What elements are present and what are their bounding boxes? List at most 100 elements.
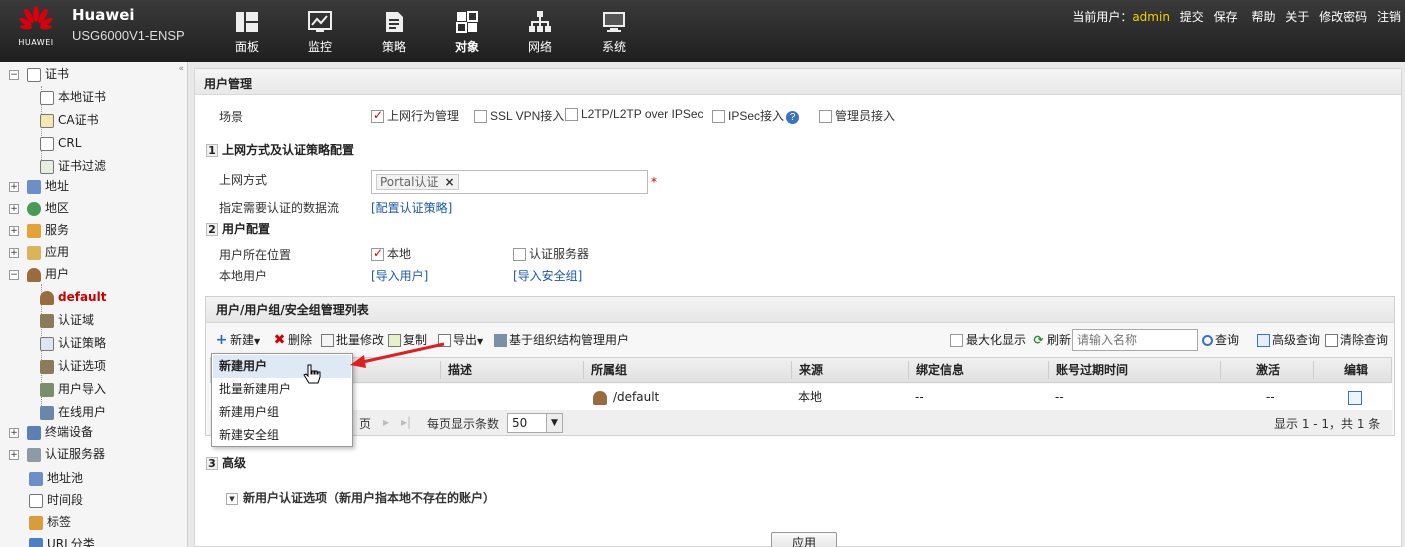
new-button[interactable]: + 新建▼	[215, 331, 261, 348]
column-source[interactable]: 来源	[799, 358, 823, 382]
sidebar-item-certificate[interactable]: − 证书	[9, 63, 69, 85]
help-icon[interactable]: ?	[786, 111, 800, 124]
terminal-device-icon	[27, 425, 41, 440]
import-user-link[interactable]: [导入用户]	[371, 267, 428, 284]
remove-token-icon[interactable]: ×	[444, 175, 454, 189]
checkbox[interactable]	[819, 110, 832, 123]
menu-item-new-user-group[interactable]: 新建用户组	[213, 401, 351, 424]
scene-option-admin[interactable]: 管理员接入	[819, 107, 895, 124]
submit-link[interactable]: 提交	[1180, 10, 1204, 24]
edit-icon[interactable]	[1348, 384, 1362, 411]
nav-network[interactable]: 网络	[513, 10, 567, 55]
search-input[interactable]	[1072, 329, 1198, 351]
maximize-toggle[interactable]: 最大化显示	[950, 331, 1026, 348]
collapse-sidebar-icon[interactable]: «	[178, 64, 184, 74]
refresh-button[interactable]: ⟳ 刷新	[1032, 331, 1071, 348]
local-user-label: 本地用户	[219, 269, 268, 283]
checkbox[interactable]	[565, 108, 578, 122]
column-description[interactable]: 描述	[448, 358, 472, 382]
sidebar-item-tag[interactable]: 标签	[29, 511, 71, 533]
table-row[interactable]: /default 本地 -- -- --	[210, 384, 1392, 411]
collapse-icon[interactable]: −	[9, 69, 19, 80]
sidebar-item-time-range[interactable]: 时间段	[29, 489, 83, 511]
advanced-option-toggle[interactable]: ▼ 新用户认证选项（新用户指本地不存在的账户）	[226, 489, 495, 506]
column-group[interactable]: 所属组	[591, 358, 627, 382]
per-page-select[interactable]: 50 ▼	[507, 413, 563, 433]
help-link[interactable]: 帮助	[1251, 10, 1275, 24]
sidebar-item-default[interactable]: default	[40, 286, 106, 308]
next-page-icon[interactable]: ▸	[383, 415, 389, 429]
expand-icon[interactable]: +	[9, 449, 19, 460]
location-server-option[interactable]: 认证服务器	[513, 245, 589, 262]
sidebar-item-service[interactable]: + 服务	[9, 219, 69, 241]
nav-policy[interactable]: 策略	[367, 10, 421, 55]
expand-icon[interactable]: +	[9, 225, 19, 236]
about-link[interactable]: 关于	[1285, 10, 1309, 24]
section-title-text: 上网方式及认证策略配置	[222, 143, 355, 157]
column-expire[interactable]: 账号过期时间	[1056, 358, 1128, 382]
access-mode-field[interactable]: Portal认证 ×	[371, 170, 648, 194]
query-button[interactable]: 查询	[1202, 331, 1239, 348]
policy-icon	[386, 12, 403, 32]
advanced-query-button[interactable]: 高级查询	[1257, 331, 1320, 348]
sidebar-item-local-cert[interactable]: 本地证书	[40, 86, 106, 108]
sidebar-item-auth-options[interactable]: 认证选项	[40, 355, 106, 377]
scene-option-internet[interactable]: 上网行为管理	[371, 107, 459, 124]
certificate-icon	[27, 67, 41, 82]
sidebar-item-ca-cert[interactable]: CA证书	[40, 109, 99, 131]
delete-button[interactable]: ✖ 删除	[273, 331, 312, 348]
location-local-option[interactable]: 本地	[371, 245, 411, 262]
scene-option-ssl-vpn[interactable]: SSL VPN接入	[474, 107, 564, 124]
menu-item-new-security-group[interactable]: 新建安全组	[213, 424, 351, 447]
checkbox[interactable]	[371, 108, 384, 123]
checkbox[interactable]	[513, 248, 526, 261]
sidebar-item-auth-server[interactable]: + 认证服务器	[9, 443, 105, 465]
sidebar-item-auth-policy[interactable]: 认证策略	[40, 332, 106, 354]
collapse-icon[interactable]: −	[9, 269, 19, 280]
sidebar-item-address-pool[interactable]: 地址池	[29, 467, 83, 489]
advanced-search-icon	[1257, 334, 1270, 347]
apply-button[interactable]: 应用	[771, 532, 837, 547]
column-active[interactable]: 激活	[1256, 358, 1280, 382]
checkbox[interactable]	[371, 246, 384, 261]
clear-query-button[interactable]: 清除查询	[1325, 331, 1388, 348]
sidebar-item-region[interactable]: + 地区	[9, 197, 69, 219]
expand-icon[interactable]: +	[9, 427, 19, 438]
nav-monitor[interactable]: 监控	[293, 10, 347, 55]
sidebar-item-address[interactable]: + 地址	[9, 175, 69, 197]
sidebar-item-crl[interactable]: CRL	[40, 132, 81, 154]
expand-icon[interactable]: +	[9, 203, 19, 214]
change-password-link[interactable]: 修改密码	[1319, 10, 1367, 24]
scene-option-l2tp[interactable]: L2TP/L2TP over IPSec	[565, 107, 704, 122]
sidebar-item-url-category[interactable]: URL分类	[29, 533, 95, 547]
nav-dashboard[interactable]: 面板	[220, 10, 274, 55]
delete-icon: ✖	[273, 332, 286, 348]
save-link[interactable]: 保存	[1214, 10, 1238, 24]
org-structure-button[interactable]: 基于组织结构管理用户	[494, 331, 629, 348]
configure-auth-policy-link[interactable]: [配置认证策略]	[371, 199, 452, 216]
advanced-option-label: 新用户认证选项（新用户指本地不存在的账户）	[243, 491, 496, 505]
sidebar-item-online-users[interactable]: 在线用户	[40, 401, 106, 423]
import-security-group-link[interactable]: [导入安全组]	[513, 267, 582, 284]
scene-option-ipsec[interactable]: IPSec接入?	[712, 107, 800, 124]
sidebar-item-user[interactable]: − 用户	[9, 263, 69, 285]
checkbox[interactable]	[712, 110, 725, 124]
expand-icon[interactable]: +	[9, 247, 19, 258]
sidebar-item-auth-domain[interactable]: 认证域	[40, 309, 94, 331]
sidebar-item-label: 在线用户	[58, 405, 107, 419]
sidebar-item-user-import[interactable]: 用户导入	[40, 378, 106, 400]
nav-object[interactable]: 对象	[440, 10, 494, 55]
nav-system[interactable]: 系统	[587, 10, 641, 55]
checkbox[interactable]	[474, 110, 487, 124]
last-page-icon[interactable]: ▸|	[401, 415, 411, 429]
sidebar-item-terminal-devices[interactable]: + 终端设备	[9, 421, 93, 443]
checkbox[interactable]	[950, 334, 963, 347]
sidebar-item-label: 认证域	[58, 313, 95, 327]
logout-link[interactable]: 注销	[1377, 10, 1401, 24]
menu-item-batch-new-user[interactable]: 批量新建用户	[213, 378, 351, 401]
sidebar-item-cert-filter[interactable]: 证书过滤	[40, 155, 106, 177]
column-binding[interactable]: 绑定信息	[916, 358, 964, 382]
expand-icon[interactable]: +	[9, 181, 19, 192]
sidebar-item-application[interactable]: + 应用	[9, 241, 69, 263]
per-page-label: 每页显示条数	[427, 417, 500, 431]
